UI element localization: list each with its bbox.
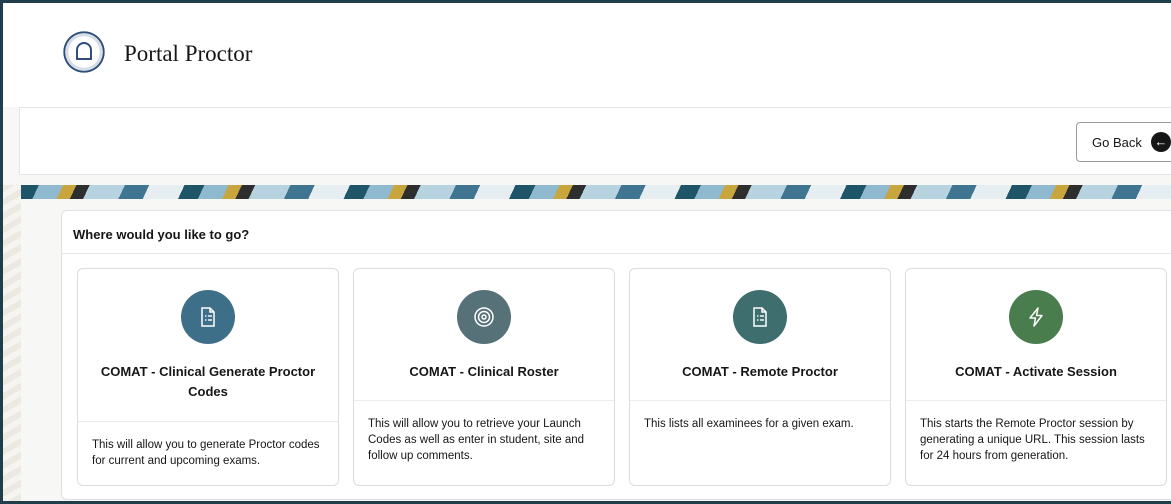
card-description: This starts the Remote Proctor session b… [920,418,1145,462]
seal-logo [62,30,106,74]
card-description: This will allow you to retrieve your Lau… [368,418,585,462]
card-separator [354,400,614,401]
list-document-icon [201,307,215,327]
go-back-button[interactable]: Go Back ← [1076,122,1171,162]
card-icon-circle [181,290,235,344]
card-description: This lists all examinees for a given exa… [644,418,854,430]
card-separator [906,400,1166,401]
card-remote-proctor[interactable]: COMAT - Remote Proctor This lists all ex… [629,268,891,486]
card-title: COMAT - Activate Session [955,364,1117,379]
panel-divider [62,253,1171,254]
target-icon [474,307,494,327]
arrow-left-icon: ← [1150,132,1171,152]
decorative-banner [19,185,1171,199]
card-title: COMAT - Clinical Roster [409,364,559,379]
lightning-icon [1029,307,1043,327]
card-title: COMAT - Clinical Generate Proctor Codes [100,364,316,399]
go-back-label: Go Back [1092,134,1142,150]
decorative-side-pattern [3,185,21,501]
card-description: This will allow you to generate Proctor … [92,439,320,467]
card-icon-circle [733,290,787,344]
toolbar: Go Back ← [19,107,1171,175]
list-document-icon [753,307,767,327]
card-separator [630,400,890,401]
card-icon-circle [457,290,511,344]
app-frame: Portal Proctor Go Back ← Where would you… [0,0,1171,504]
card-clinical-roster[interactable]: COMAT - Clinical Roster This will allow … [353,268,615,486]
navigation-panel: Where would you like to go? COMAT - Clin… [61,210,1171,500]
card-separator [78,421,338,422]
card-icon-circle [1009,290,1063,344]
card-clinical-generate-proctor-codes[interactable]: COMAT - Clinical Generate Proctor Codes … [77,268,339,486]
card-title: COMAT - Remote Proctor [682,364,838,379]
card-activate-session[interactable]: COMAT - Activate Session This starts the… [905,268,1167,486]
app-header: Portal Proctor [3,3,1171,107]
app-title: Portal Proctor [124,41,253,66]
panel-title: Where would you like to go? [73,227,250,242]
